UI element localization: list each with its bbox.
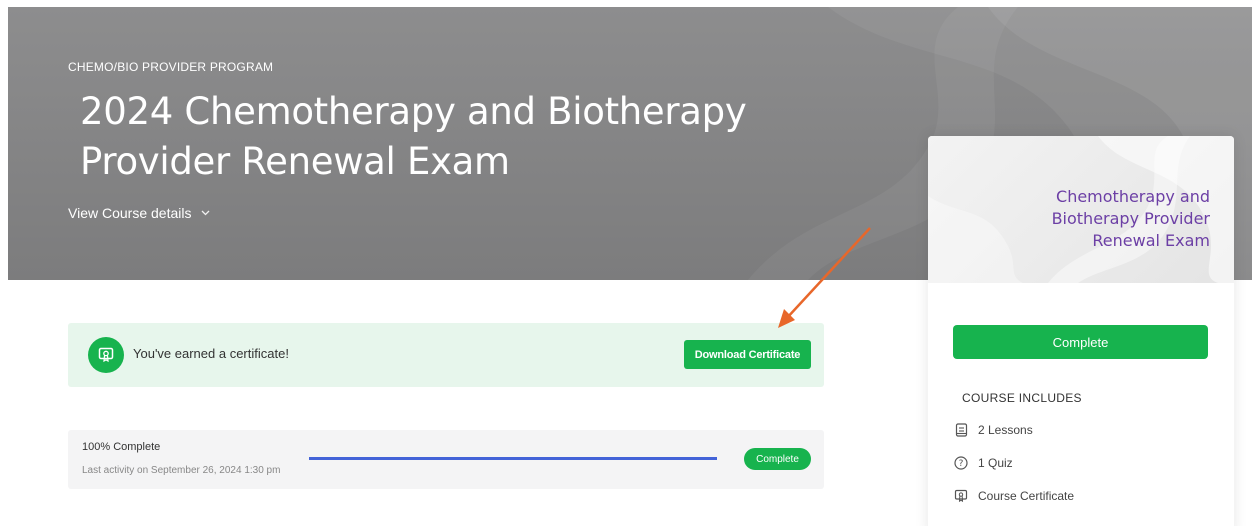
cover-title: Chemotherapy and Biotherapy Provider Ren…: [1051, 187, 1210, 250]
certificate-message: You've earned a certificate!: [133, 346, 289, 361]
download-certificate-button[interactable]: Download Certificate: [684, 340, 811, 369]
course-includes-heading: COURSE INCLUDES: [962, 391, 1082, 405]
include-label: 1 Quiz: [978, 456, 1013, 470]
certificate-icon: [954, 489, 968, 503]
svg-text:?: ?: [959, 459, 964, 469]
include-item-lessons: 2 Lessons: [954, 423, 1033, 437]
include-label: 2 Lessons: [978, 423, 1033, 437]
view-course-details-toggle[interactable]: View Course details: [68, 205, 210, 221]
include-label: Course Certificate: [978, 489, 1075, 503]
lessons-icon: [954, 423, 968, 437]
include-item-certificate: Course Certificate: [954, 489, 1074, 503]
status-badge: Complete: [744, 448, 811, 470]
include-item-quiz: ? 1 Quiz: [954, 456, 1013, 470]
course-sidebar-card: Chemotherapy and Biotherapy Provider Ren…: [928, 136, 1234, 526]
progress-percent: 100% Complete: [82, 441, 161, 453]
page-title: 2024 Chemotherapy and Biotherapy Provide…: [80, 90, 747, 183]
certificate-icon: [88, 337, 124, 373]
complete-button[interactable]: Complete: [953, 325, 1208, 359]
chevron-down-icon: [201, 208, 210, 218]
course-category: CHEMO/BIO PROVIDER PROGRAM: [68, 60, 274, 74]
quiz-icon: ?: [954, 456, 968, 470]
progress-bar: [309, 457, 717, 460]
view-course-details-label: View Course details: [68, 205, 192, 221]
certificate-banner: You've earned a certificate! Download Ce…: [68, 323, 824, 387]
course-cover-image: Chemotherapy and Biotherapy Provider Ren…: [928, 136, 1234, 283]
last-activity: Last activity on September 26, 2024 1:30…: [82, 465, 281, 476]
course-progress: 100% Complete Last activity on September…: [68, 430, 824, 489]
progress-bar-fill: [309, 457, 717, 460]
